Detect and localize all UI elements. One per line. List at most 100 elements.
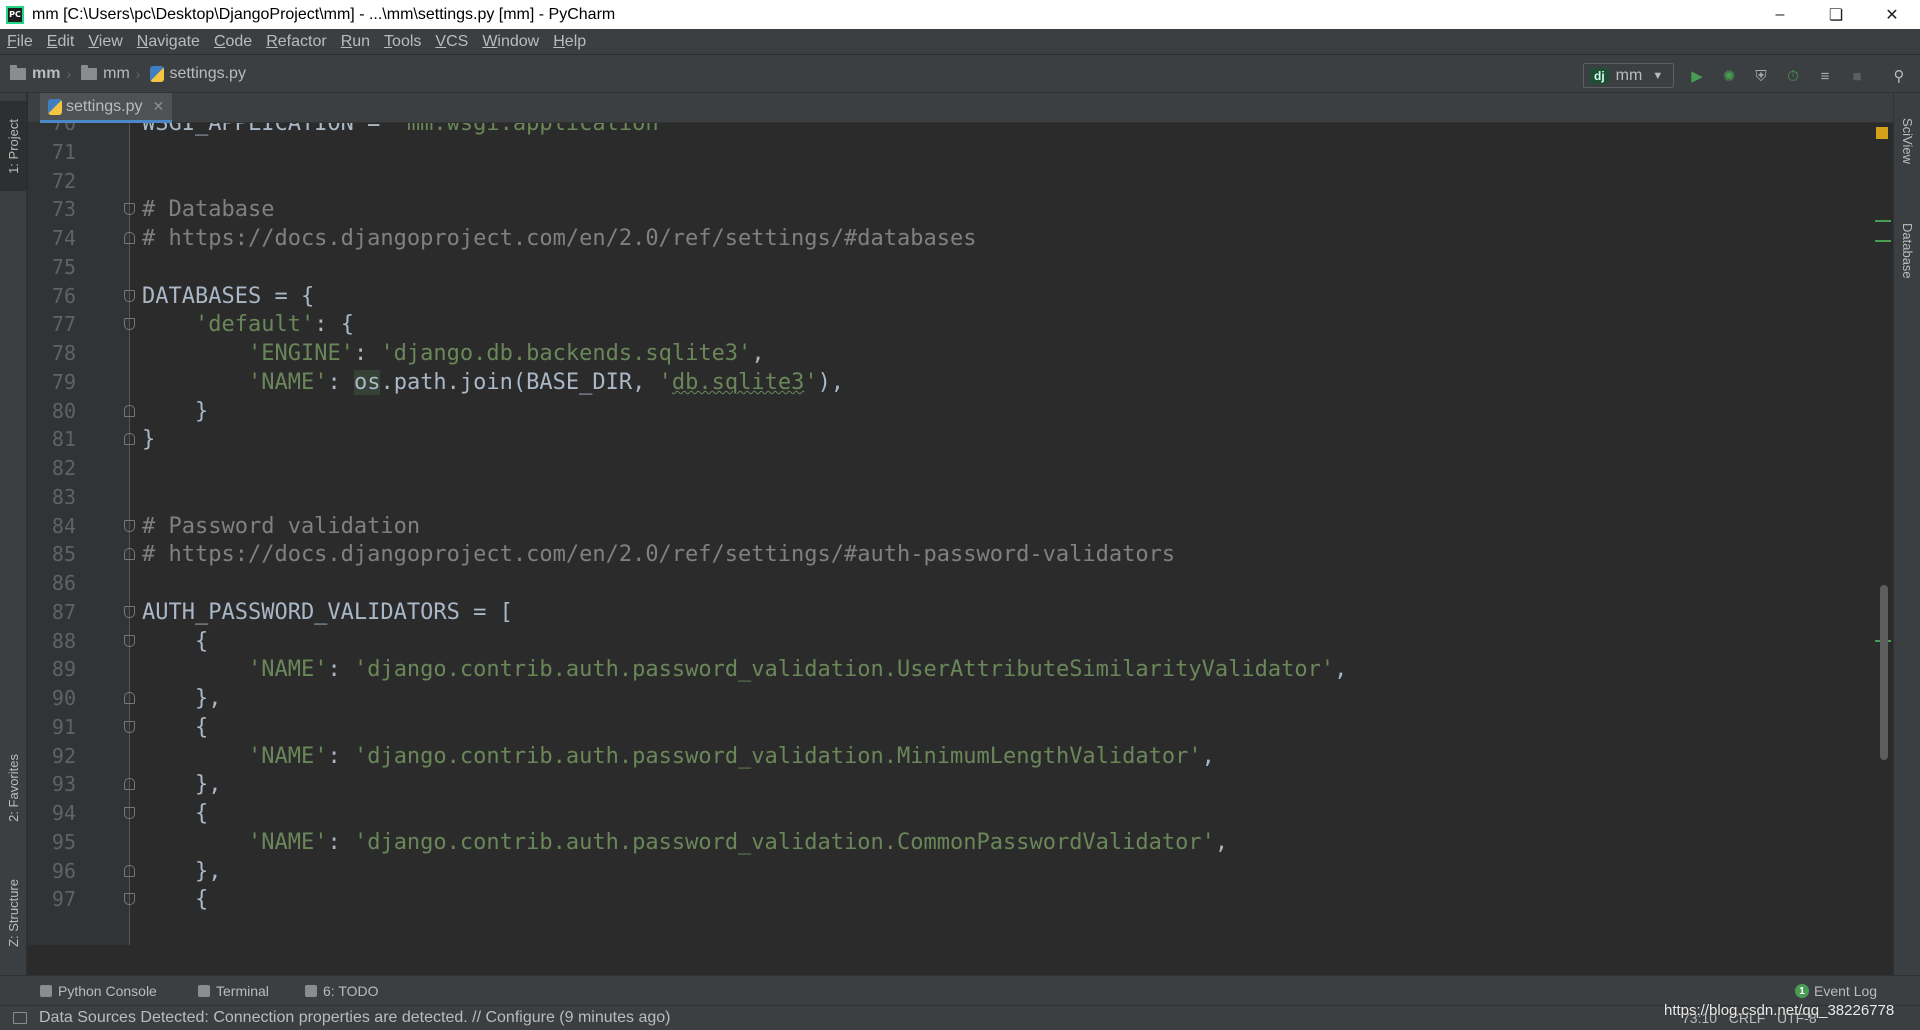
fold-marker-icon[interactable] bbox=[124, 634, 135, 647]
tool-tab-sciview[interactable]: SciView bbox=[1894, 101, 1920, 181]
menu-help[interactable]: Help bbox=[546, 33, 593, 51]
code-line[interactable]: 82 bbox=[28, 454, 1828, 483]
fold-marker-icon[interactable] bbox=[124, 519, 135, 532]
tool-tab-event-log[interactable]: 1 Event Log bbox=[1795, 983, 1877, 999]
code-line[interactable]: 87 AUTH_PASSWORD_VALIDATORS = [ bbox=[28, 598, 1828, 627]
fold-marker-icon[interactable] bbox=[124, 404, 135, 417]
code-line[interactable]: 71 bbox=[28, 138, 1828, 167]
tool-tab-terminal[interactable]: Terminal bbox=[198, 983, 269, 999]
tool-tab-todo[interactable]: 6: TODO bbox=[305, 983, 379, 999]
fold-marker-icon[interactable] bbox=[124, 548, 135, 561]
code-line[interactable]: 95 'NAME': 'django.contrib.auth.password… bbox=[28, 828, 1828, 857]
code-line[interactable]: 70 WSGI_APPLICATION = 'mm.wsgi.applicatio… bbox=[28, 123, 1828, 138]
code-line[interactable]: 85 # https://docs.djangoproject.com/en/2.… bbox=[28, 540, 1828, 569]
fold-marker-icon[interactable] bbox=[124, 203, 135, 216]
tool-tab-database[interactable]: Database bbox=[1894, 201, 1920, 301]
code-line[interactable]: 91 { bbox=[28, 713, 1828, 742]
fold-marker-icon[interactable] bbox=[124, 720, 135, 733]
code-editor[interactable]: 70 WSGI_APPLICATION = 'mm.wsgi.applicatio… bbox=[28, 123, 1893, 945]
change-marker[interactable] bbox=[1875, 240, 1891, 242]
code-line[interactable]: 97 { bbox=[28, 885, 1828, 914]
fold-marker-icon[interactable] bbox=[124, 318, 135, 331]
fold-marker-icon[interactable] bbox=[124, 864, 135, 877]
code-line[interactable]: 86 bbox=[28, 569, 1828, 598]
profile-icon[interactable]: ⏱ bbox=[1784, 67, 1802, 85]
code-token: 'mm.wsgi.application' bbox=[393, 123, 672, 136]
fold-marker-icon[interactable] bbox=[124, 778, 135, 791]
menu-navigate[interactable]: Navigate bbox=[130, 33, 207, 51]
code-line[interactable]: 90 }, bbox=[28, 684, 1828, 713]
run-icon[interactable]: ▶ bbox=[1688, 67, 1706, 85]
debug-icon[interactable]: ✺ bbox=[1720, 67, 1738, 85]
tool-windows-toggle-icon[interactable] bbox=[13, 1012, 27, 1024]
menu-view[interactable]: View bbox=[81, 33, 129, 51]
fold-marker-icon[interactable] bbox=[124, 807, 135, 819]
close-tab-icon[interactable]: ✕ bbox=[152, 98, 164, 115]
code-line[interactable]: 89 'NAME': 'django.contrib.auth.password… bbox=[28, 655, 1828, 684]
tab-settings-py[interactable]: settings.py ✕ bbox=[40, 93, 173, 123]
status-message[interactable]: Data Sources Detected: Connection proper… bbox=[39, 1009, 670, 1027]
line-number: 94 bbox=[51, 801, 76, 825]
code-line[interactable]: 92 'NAME': 'django.contrib.auth.password… bbox=[28, 742, 1828, 771]
code-line[interactable]: 94 { bbox=[28, 799, 1828, 828]
fold-marker-icon[interactable] bbox=[124, 605, 135, 618]
fold-marker-icon[interactable] bbox=[124, 289, 135, 302]
code-line[interactable]: 74 # https://docs.djangoproject.com/en/2.… bbox=[28, 224, 1828, 253]
menu-refactor[interactable]: Refactor bbox=[259, 33, 333, 51]
code-line[interactable]: 77 'default': { bbox=[28, 310, 1828, 339]
tool-tab-python-console[interactable]: Python Console bbox=[40, 983, 157, 999]
code-line[interactable]: 96 }, bbox=[28, 857, 1828, 886]
code-line[interactable]: 76 DATABASES = { bbox=[28, 282, 1828, 311]
menu-edit[interactable]: Edit bbox=[40, 33, 82, 51]
code-line[interactable]: 83 bbox=[28, 483, 1828, 512]
warning-marker-icon[interactable] bbox=[1876, 127, 1888, 139]
menu-file[interactable]: File bbox=[0, 33, 40, 51]
code-token: }, bbox=[142, 772, 222, 798]
concurrency-icon[interactable]: ≡ bbox=[1816, 67, 1834, 85]
code-line[interactable]: 79 'NAME': os.path.join(BASE_DIR, 'db.sq… bbox=[28, 368, 1828, 397]
restore-button[interactable]: ❏ bbox=[1808, 0, 1864, 29]
code-line[interactable]: 80 } bbox=[28, 397, 1828, 426]
minimize-button[interactable]: – bbox=[1752, 0, 1808, 29]
code-line[interactable]: 73 # Database bbox=[28, 195, 1828, 224]
coverage-icon[interactable]: ⛨ bbox=[1752, 67, 1770, 85]
menu-code[interactable]: Code bbox=[207, 33, 259, 51]
menu-vcs[interactable]: VCS bbox=[428, 33, 475, 51]
line-number: 84 bbox=[51, 513, 76, 538]
close-window-button[interactable]: ✕ bbox=[1864, 0, 1920, 29]
fold-marker-icon[interactable] bbox=[124, 232, 135, 244]
code-token: : bbox=[327, 369, 354, 395]
left-tool-stripe: 1: Project 2: Favorites Z: Structure bbox=[0, 93, 27, 975]
fold-marker-icon[interactable] bbox=[124, 692, 135, 704]
code-line[interactable]: 81} bbox=[28, 425, 1828, 454]
fold-marker-icon[interactable] bbox=[124, 893, 135, 906]
fold-marker-icon[interactable] bbox=[124, 433, 135, 446]
code-token: WSGI_APPLICATION = bbox=[142, 123, 394, 136]
code-line[interactable]: 75 bbox=[28, 253, 1828, 282]
code-token: ' bbox=[658, 369, 672, 395]
code-token: 'NAME' bbox=[247, 743, 328, 769]
tool-tab-structure[interactable]: Z: Structure bbox=[0, 863, 27, 963]
tool-tab-favorites[interactable]: 2: Favorites bbox=[0, 738, 27, 838]
stop-icon[interactable]: ■ bbox=[1848, 67, 1866, 85]
code-token: 'NAME' bbox=[247, 657, 328, 683]
code-line[interactable]: 88 { bbox=[28, 627, 1828, 656]
menu-window[interactable]: Window bbox=[475, 33, 546, 51]
editor-scrollbar[interactable] bbox=[1880, 585, 1888, 760]
code-token: }, bbox=[142, 858, 222, 884]
code-line[interactable]: 78 'ENGINE': 'django.db.backends.sqlite3… bbox=[28, 339, 1828, 368]
tool-tab-project[interactable]: 1: Project bbox=[0, 101, 27, 191]
breadcrumb-root[interactable]: mm › bbox=[10, 64, 71, 83]
breadcrumb-folder[interactable]: mm › bbox=[81, 64, 140, 83]
run-configuration-select[interactable]: dj mm ▼ bbox=[1583, 63, 1674, 88]
change-marker[interactable] bbox=[1875, 220, 1891, 222]
breadcrumb-root-label: mm bbox=[32, 64, 61, 82]
code-line[interactable]: 84 # Password validation bbox=[28, 512, 1828, 541]
menu-run[interactable]: Run bbox=[334, 33, 377, 51]
code-line[interactable]: 72 bbox=[28, 167, 1828, 196]
code-line[interactable]: 93 }, bbox=[28, 770, 1828, 799]
menu-tools[interactable]: Tools bbox=[377, 33, 428, 51]
breadcrumb-file[interactable]: settings.py bbox=[150, 65, 246, 83]
search-icon[interactable]: ⚲ bbox=[1890, 67, 1908, 85]
